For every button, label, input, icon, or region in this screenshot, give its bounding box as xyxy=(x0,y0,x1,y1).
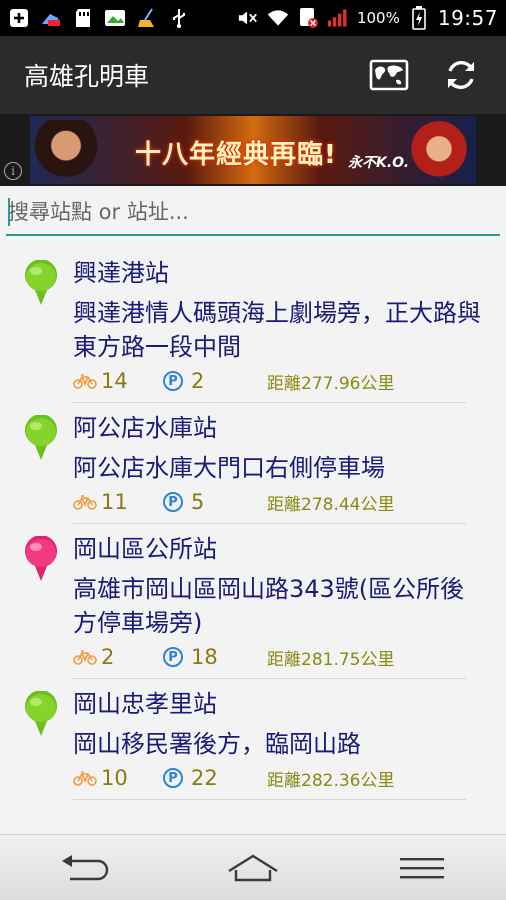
station-address: 高雄市岡山區岡山路343號(區公所後方停車場旁) xyxy=(73,575,465,637)
status-bar: 100% 19:57 xyxy=(0,0,506,36)
empty-slots: 2 xyxy=(191,369,205,393)
bicycle-icon xyxy=(73,771,97,786)
bicycle-icon xyxy=(73,495,97,510)
menu-button[interactable] xyxy=(382,838,462,898)
ad-banner[interactable]: 十八年經典再臨! 永不K.O. i xyxy=(0,114,506,186)
available-bikes: 2 xyxy=(101,645,115,669)
back-icon xyxy=(62,854,109,880)
search-underline xyxy=(6,234,500,236)
empty-slots: 22 xyxy=(191,766,218,790)
text-cursor xyxy=(8,198,10,226)
divider xyxy=(73,799,466,800)
app-title: 高雄孔明車 xyxy=(24,62,150,91)
distance: 距離282.36公里 xyxy=(267,770,395,791)
distance: 距離277.96公里 xyxy=(267,373,395,394)
station-address: 阿公店水庫大門口右側停車場 xyxy=(73,454,385,482)
bicycle-icon xyxy=(73,374,97,389)
menu-icon xyxy=(399,857,444,878)
list-item[interactable]: 阿公店水庫站 阿公店水庫大門口右側停車場 11 P 5 距離278.44公里 xyxy=(0,403,506,524)
battery-charging-icon xyxy=(408,6,430,30)
battery-percent: 100% xyxy=(356,9,400,27)
map-pin-icon xyxy=(25,691,57,736)
map-icon xyxy=(369,59,409,91)
ad-image[interactable]: 十八年經典再臨! 永不K.O. xyxy=(30,116,476,184)
broom-icon xyxy=(136,7,158,29)
distance: 距離278.44公里 xyxy=(267,494,395,515)
parking-icon: P xyxy=(163,492,183,512)
available-bikes: 14 xyxy=(101,369,128,393)
station-meta: 2 P 18 距離281.75公里 xyxy=(73,642,486,672)
station-name: 阿公店水庫站 xyxy=(73,414,217,442)
clock: 19:57 xyxy=(437,6,498,30)
signal-icon xyxy=(327,7,349,29)
map-pin-icon xyxy=(25,536,57,581)
sd-card-icon xyxy=(72,7,94,29)
empty-slots: 18 xyxy=(191,645,218,669)
distance: 距離281.75公里 xyxy=(267,649,395,670)
back-button[interactable] xyxy=(44,838,124,898)
wifi-icon xyxy=(267,7,289,29)
parking-icon: P xyxy=(163,768,183,788)
home-icon xyxy=(228,854,278,881)
action-bar: 高雄孔明車 xyxy=(0,36,506,114)
image-icon xyxy=(104,7,126,29)
station-name: 興達港站 xyxy=(73,259,169,287)
parking-icon: P xyxy=(163,371,183,391)
ad-character-right xyxy=(408,120,470,184)
search-input[interactable] xyxy=(6,190,500,234)
battery-saver-icon xyxy=(40,7,62,29)
search-field[interactable] xyxy=(6,190,500,236)
data-blocked-icon xyxy=(297,7,319,29)
station-address: 岡山移民署後方，臨岡山路 xyxy=(73,730,361,758)
station-list[interactable]: 興達港站 興達港情人碼頭海上劇場旁，正大路與東方路一段中間 14 P 2 距離2… xyxy=(0,248,506,800)
navigation-bar xyxy=(0,834,506,900)
empty-slots: 5 xyxy=(191,490,205,514)
home-button[interactable] xyxy=(213,838,293,898)
available-bikes: 11 xyxy=(101,490,128,514)
list-item[interactable]: 岡山忠孝里站 岡山移民署後方，臨岡山路 10 P 22 距離282.36公里 xyxy=(0,679,506,800)
refresh-icon xyxy=(448,61,474,89)
ad-headline: 十八年經典再臨! xyxy=(135,140,337,170)
station-meta: 11 P 5 距離278.44公里 xyxy=(73,487,486,517)
add-box-icon xyxy=(8,7,30,29)
station-address: 興達港情人碼頭海上劇場旁，正大路與東方路一段中間 xyxy=(73,299,481,361)
parking-icon: P xyxy=(163,647,183,667)
station-meta: 10 P 22 距離282.36公里 xyxy=(73,763,486,793)
refresh-button[interactable] xyxy=(438,52,484,98)
available-bikes: 10 xyxy=(101,766,128,790)
station-meta: 14 P 2 距離277.96公里 xyxy=(73,366,486,396)
mute-icon xyxy=(237,7,259,29)
map-button[interactable] xyxy=(366,52,412,98)
info-icon[interactable]: i xyxy=(4,162,22,180)
ad-tagline: 永不K.O. xyxy=(348,155,410,171)
list-item[interactable]: 岡山區公所站 高雄市岡山區岡山路343號(區公所後方停車場旁) 2 P 18 距… xyxy=(0,524,506,679)
station-name: 岡山忠孝里站 xyxy=(73,690,217,718)
bicycle-icon xyxy=(73,650,97,665)
map-pin-icon xyxy=(25,415,57,460)
map-pin-icon xyxy=(25,260,57,305)
station-name: 岡山區公所站 xyxy=(73,535,217,563)
usb-icon xyxy=(168,7,190,29)
list-item[interactable]: 興達港站 興達港情人碼頭海上劇場旁，正大路與東方路一段中間 14 P 2 距離2… xyxy=(0,248,506,403)
ad-character-left xyxy=(32,120,100,184)
